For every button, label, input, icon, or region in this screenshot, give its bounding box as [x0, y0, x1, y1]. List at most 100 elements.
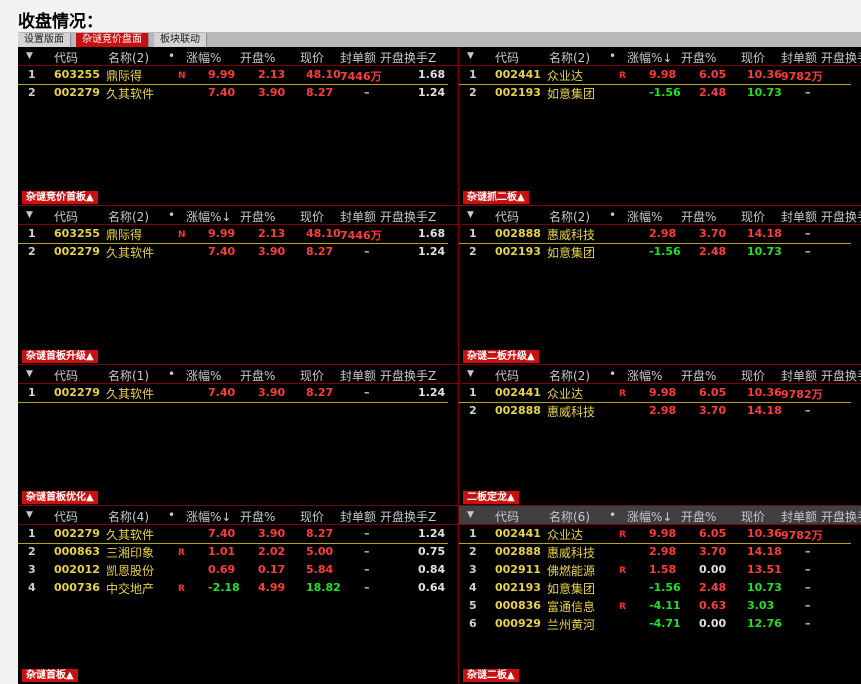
header-change[interactable]: 涨幅% — [627, 208, 662, 225]
header-seal-amount[interactable]: 封单额 — [340, 49, 376, 66]
table-row[interactable]: 2 002279 久其软件 7.40 3.90 8.27 – 1.24 — [18, 84, 458, 102]
header-name[interactable]: 名称(2) — [549, 367, 590, 384]
header-open-pct[interactable]: 开盘% — [681, 367, 716, 384]
header-name[interactable]: 名称(6) — [549, 508, 590, 525]
panel-title[interactable]: 杂谜竞价首板▲ — [22, 191, 98, 204]
table-row[interactable]: 2 000863 三湘印象 R 1.01 2.02 5.00 – 0.75 — [18, 543, 458, 561]
header-name[interactable]: 名称(4) — [108, 508, 149, 525]
header-open-turnover[interactable]: 开盘换手Z — [821, 367, 861, 384]
panel-title[interactable]: 杂谜首板升级▲ — [22, 350, 98, 363]
panel-title[interactable]: 杂谜首板优化▲ — [22, 491, 98, 504]
tab-sector-linkage[interactable]: 板块联动 — [154, 33, 207, 47]
table-row[interactable]: 3 002911 佛燃能源 R 1.58 0.00 13.51 – — [459, 561, 861, 579]
header-change[interactable]: 涨幅%↓ — [627, 508, 672, 525]
sort-arrow-icon[interactable]: ▼ — [26, 210, 33, 220]
header-open-pct[interactable]: 开盘% — [681, 208, 716, 225]
header-code[interactable]: 代码 — [495, 508, 519, 525]
change-pct: 1.01 — [208, 545, 236, 558]
panel-title[interactable]: 杂谜二板升级▲ — [463, 350, 539, 363]
panel-title[interactable]: 杂谜抓二板▲ — [463, 191, 529, 204]
header-seal-amount[interactable]: 封单额 — [781, 508, 817, 525]
header-change[interactable]: 涨幅% — [627, 367, 662, 384]
header-price[interactable]: 现价 — [741, 208, 765, 225]
header-name[interactable]: 名称(2) — [108, 49, 149, 66]
panel-title[interactable]: 杂谜首板▲ — [22, 669, 78, 682]
table-row[interactable]: 2 002193 如意集团 -1.56 2.48 10.73 – — [459, 243, 861, 261]
header-price[interactable]: 现价 — [300, 367, 324, 384]
sort-arrow-icon[interactable]: ▼ — [467, 369, 474, 379]
table-row[interactable]: 6 000929 兰州黄河 -4.71 0.00 12.76 – — [459, 615, 861, 633]
header-code[interactable]: 代码 — [495, 49, 519, 66]
header-open-pct[interactable]: 开盘% — [240, 367, 275, 384]
header-open-turnover[interactable]: 开盘换手Z — [380, 508, 436, 525]
sort-arrow-icon[interactable]: ▼ — [26, 510, 33, 520]
header-code[interactable]: 代码 — [54, 208, 78, 225]
header-price[interactable]: 现价 — [300, 208, 324, 225]
header-code[interactable]: 代码 — [495, 208, 519, 225]
header-open-turnover[interactable]: 开盘换手Z — [380, 49, 436, 66]
header-open-turnover[interactable]: 开盘换手Z — [821, 49, 861, 66]
table-row[interactable]: 1 002441 众业达 R 9.98 6.05 10.36 9782万 — [459, 66, 861, 84]
header-open-turnover[interactable]: 开盘换手Z — [821, 208, 861, 225]
header-price[interactable]: 现价 — [300, 49, 324, 66]
header-change[interactable]: 涨幅% — [186, 49, 221, 66]
header-change[interactable]: 涨幅%↓ — [186, 508, 231, 525]
tab-auction-board[interactable]: 杂谜竞价盘面 — [76, 33, 149, 47]
sort-arrow-icon[interactable]: ▼ — [467, 51, 474, 61]
header-seal-amount[interactable]: 封单额 — [340, 367, 376, 384]
header-open-turnover[interactable]: 开盘换手Z — [821, 508, 861, 525]
sort-arrow-icon[interactable]: ▼ — [26, 51, 33, 61]
sort-arrow-icon[interactable]: ▼ — [467, 510, 474, 520]
table-row[interactable]: 2 002279 久其软件 7.40 3.90 8.27 – 1.24 — [18, 243, 458, 261]
header-price[interactable]: 现价 — [741, 508, 765, 525]
header-seal-amount[interactable]: 封单额 — [781, 49, 817, 66]
table-row[interactable]: 5 000836 富通信息 R -4.11 0.63 3.03 – — [459, 597, 861, 615]
header-name[interactable]: 名称(2) — [549, 49, 590, 66]
header-code[interactable]: 代码 — [54, 508, 78, 525]
table-row[interactable]: 2 002888 惠威科技 2.98 3.70 14.18 – — [459, 543, 861, 561]
header-price[interactable]: 现价 — [741, 367, 765, 384]
table-row[interactable]: 1 002441 众业达 R 9.98 6.05 10.36 9782万 — [459, 384, 861, 402]
change-pct: 7.40 — [208, 86, 236, 99]
header-seal-amount[interactable]: 封单额 — [340, 508, 376, 525]
panel-title[interactable]: 杂谜二板▲ — [463, 669, 519, 682]
header-open-pct[interactable]: 开盘% — [240, 508, 275, 525]
table-row[interactable]: 1 002279 久其软件 7.40 3.90 8.27 – 1.24 — [18, 525, 458, 543]
header-name[interactable]: 名称(1) — [108, 367, 149, 384]
header-open-pct[interactable]: 开盘% — [681, 49, 716, 66]
header-name[interactable]: 名称(2) — [108, 208, 149, 225]
panel-title[interactable]: 二板定龙▲ — [463, 491, 519, 504]
header-open-turnover[interactable]: 开盘换手Z — [380, 367, 436, 384]
table-row[interactable]: 1 603255 鼎际得 N 9.99 2.13 48.10 7446万 1.68 — [18, 66, 458, 84]
header-seal-amount[interactable]: 封单额 — [781, 208, 817, 225]
header-open-pct[interactable]: 开盘% — [240, 49, 275, 66]
table-row[interactable]: 4 000736 中交地产 R -2.18 4.99 18.82 – 0.64 — [18, 579, 458, 597]
column-header-row: ▼ 代码 名称(2) • 涨幅% 开盘% 现价封单额开盘换手Z — [18, 47, 458, 66]
header-code[interactable]: 代码 — [54, 49, 78, 66]
header-open-turnover[interactable]: 开盘换手Z — [380, 208, 436, 225]
header-price[interactable]: 现价 — [300, 508, 324, 525]
header-change[interactable]: 涨幅%↓ — [186, 208, 231, 225]
header-code[interactable]: 代码 — [54, 367, 78, 384]
table-row[interactable]: 3 002012 凯恩股份 0.69 0.17 5.84 – 0.84 — [18, 561, 458, 579]
header-price[interactable]: 现价 — [741, 49, 765, 66]
header-code[interactable]: 代码 — [495, 367, 519, 384]
table-row[interactable]: 2 002193 如意集团 -1.56 2.48 10.73 – — [459, 84, 861, 102]
header-seal-amount[interactable]: 封单额 — [781, 367, 817, 384]
table-row[interactable]: 4 002193 如意集团 -1.56 2.48 10.73 – — [459, 579, 861, 597]
table-row[interactable]: 1 002441 众业达 R 9.98 6.05 10.36 9782万 — [459, 525, 861, 543]
header-change[interactable]: 涨幅%↓ — [627, 49, 672, 66]
header-change[interactable]: 涨幅% — [186, 367, 221, 384]
header-dot: • — [609, 49, 617, 63]
header-open-pct[interactable]: 开盘% — [240, 208, 275, 225]
table-row[interactable]: 1 603255 鼎际得 N 9.99 2.13 48.10 7446万 1.68 — [18, 225, 458, 243]
table-row[interactable]: 2 002888 惠威科技 2.98 3.70 14.18 – — [459, 402, 861, 420]
header-name[interactable]: 名称(2) — [549, 208, 590, 225]
header-open-pct[interactable]: 开盘% — [681, 508, 716, 525]
tab-layout-settings[interactable]: 设置版面 — [18, 33, 71, 47]
sort-arrow-icon[interactable]: ▼ — [467, 210, 474, 220]
table-row[interactable]: 1 002279 久其软件 7.40 3.90 8.27 – 1.24 — [18, 384, 458, 402]
table-row[interactable]: 1 002888 惠威科技 2.98 3.70 14.18 – — [459, 225, 861, 243]
header-seal-amount[interactable]: 封单额 — [340, 208, 376, 225]
sort-arrow-icon[interactable]: ▼ — [26, 369, 33, 379]
